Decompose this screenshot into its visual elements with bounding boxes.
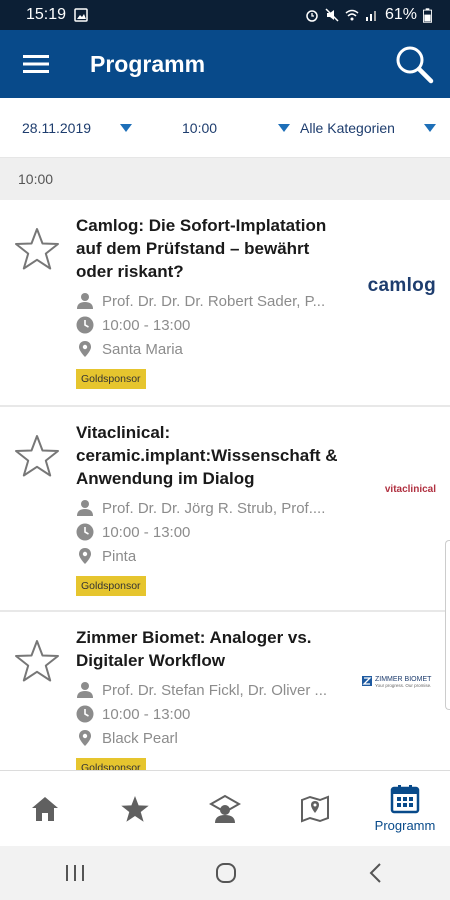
session-time: 10:00 - 13:00 xyxy=(102,705,191,723)
session-speakers: Prof. Dr. Stefan Fickl, Dr. Oliver ... xyxy=(102,681,328,699)
nav-home[interactable] xyxy=(0,771,90,846)
back-icon[interactable] xyxy=(366,862,386,884)
battery-percent: 61% xyxy=(384,6,417,23)
wifi-icon xyxy=(345,9,359,21)
session-list[interactable]: Camlog: Die Sofort-Implatation auf dem P… xyxy=(0,200,450,770)
time-filter[interactable]: 10:00 xyxy=(150,98,270,157)
category-value: Alle Kategorien xyxy=(300,119,395,136)
nav-programm[interactable]: Programm xyxy=(360,771,450,846)
clock-icon xyxy=(76,523,94,541)
app-bar: Programm xyxy=(0,30,450,98)
session-title: Zimmer Biomet: Analoger vs. Digitaler Wo… xyxy=(76,628,312,670)
zimmer-biomet-logo-icon xyxy=(362,676,372,686)
date-value: 28.11.2019 xyxy=(22,119,92,136)
alarm-icon xyxy=(306,10,318,22)
page-title: Programm xyxy=(90,50,206,77)
time-value: 10:00 xyxy=(182,119,218,136)
list-item[interactable]: Camlog: Die Sofort-Implatation auf dem P… xyxy=(0,200,450,405)
sponsor-logo: vitaclinical xyxy=(385,484,436,495)
menu-button[interactable] xyxy=(0,30,72,98)
status-time: 15:19 xyxy=(26,6,67,23)
search-icon xyxy=(396,46,434,84)
sponsor-badge: Goldsponsor xyxy=(76,758,146,770)
favorite-star-icon[interactable] xyxy=(14,433,60,479)
recent-apps-icon[interactable] xyxy=(64,863,86,883)
star-icon xyxy=(121,795,149,822)
signal-icon xyxy=(365,11,376,21)
chevron-down-icon xyxy=(120,123,132,132)
location-row: Santa Maria xyxy=(76,337,346,361)
sponsor-logo-text: ZIMMER BIOMET xyxy=(375,676,432,683)
side-drawer-handle[interactable] xyxy=(445,540,450,710)
session-location: Pinta xyxy=(102,547,137,565)
time-row: 10:00 - 13:00 xyxy=(76,520,346,544)
speakers-row: Prof. Dr. Dr. Jörg R. Strub, Prof.... xyxy=(76,496,346,520)
mute-icon xyxy=(325,8,339,22)
battery-icon xyxy=(423,7,432,23)
sponsor-logo: ZIMMER BIOMET Your progress. Our promise… xyxy=(362,676,436,688)
sponsor-logo: camlog xyxy=(368,275,436,297)
search-button[interactable] xyxy=(378,30,450,98)
location-row: Black Pearl xyxy=(76,726,346,750)
hamburger-icon xyxy=(23,55,49,73)
session-location: Santa Maria xyxy=(102,340,183,358)
filter-bar: 28.11.2019 10:00 Alle Kategorien xyxy=(0,98,450,158)
date-filter[interactable]: 28.11.2019 xyxy=(0,98,150,157)
person-icon xyxy=(77,682,93,698)
speakers-row: Prof. Dr. Stefan Fickl, Dr. Oliver ... xyxy=(76,678,346,702)
session-title: Vitaclinical: ceramic.implant:Wissenscha… xyxy=(76,423,338,488)
sponsor-tagline: Your progress. Our promise. xyxy=(375,683,432,688)
session-title: Camlog: Die Sofort-Implatation auf dem P… xyxy=(76,216,327,281)
home-icon xyxy=(32,796,58,821)
session-location: Black Pearl xyxy=(102,729,178,747)
nav-speakers[interactable] xyxy=(180,771,270,846)
time-row: 10:00 - 13:00 xyxy=(76,702,346,726)
nav-favorites[interactable] xyxy=(90,771,180,846)
list-item[interactable]: Zimmer Biomet: Analoger vs. Digitaler Wo… xyxy=(0,612,450,770)
status-bar: 15:19 61% xyxy=(0,0,450,30)
map-icon xyxy=(301,795,329,822)
list-item[interactable]: Vitaclinical: ceramic.implant:Wissenscha… xyxy=(0,407,450,610)
sponsor-logo-text: vitaclinical xyxy=(384,484,436,495)
session-speakers: Prof. Dr. Dr. Dr. Robert Sader, P... xyxy=(102,292,326,310)
location-row: Pinta xyxy=(76,544,346,568)
sponsor-logo-text: camlog xyxy=(367,275,436,296)
gallery-icon xyxy=(74,8,88,22)
person-icon xyxy=(77,500,93,516)
nav-programm-label: Programm xyxy=(374,818,436,833)
home-circle-icon[interactable] xyxy=(214,861,238,885)
chevron-down-icon xyxy=(424,123,436,132)
location-pin-icon xyxy=(79,341,91,357)
nav-map[interactable] xyxy=(270,771,360,846)
favorite-star-icon[interactable] xyxy=(14,638,60,684)
session-time: 10:00 - 13:00 xyxy=(102,523,191,541)
chevron-down-icon xyxy=(278,123,290,132)
location-pin-icon xyxy=(79,730,91,746)
clock-icon xyxy=(76,705,94,723)
sponsor-badge: Goldsponsor xyxy=(76,369,146,389)
category-filter[interactable]: Alle Kategorien xyxy=(270,98,450,157)
favorite-star-icon[interactable] xyxy=(14,226,60,272)
session-speakers: Prof. Dr. Dr. Jörg R. Strub, Prof.... xyxy=(102,499,326,517)
bottom-nav: Programm xyxy=(0,770,450,846)
system-nav-bar xyxy=(0,846,450,900)
sponsor-badge: Goldsponsor xyxy=(76,576,146,596)
time-row: 10:00 - 13:00 xyxy=(76,313,346,337)
location-pin-icon xyxy=(79,548,91,564)
session-time: 10:00 - 13:00 xyxy=(102,316,191,334)
clock-icon xyxy=(76,316,94,334)
speakers-row: Prof. Dr. Dr. Dr. Robert Sader, P... xyxy=(76,289,346,313)
speaker-icon xyxy=(209,794,241,823)
calendar-icon xyxy=(390,785,420,814)
person-icon xyxy=(77,293,93,309)
section-header-time: 10:00 xyxy=(0,158,450,200)
